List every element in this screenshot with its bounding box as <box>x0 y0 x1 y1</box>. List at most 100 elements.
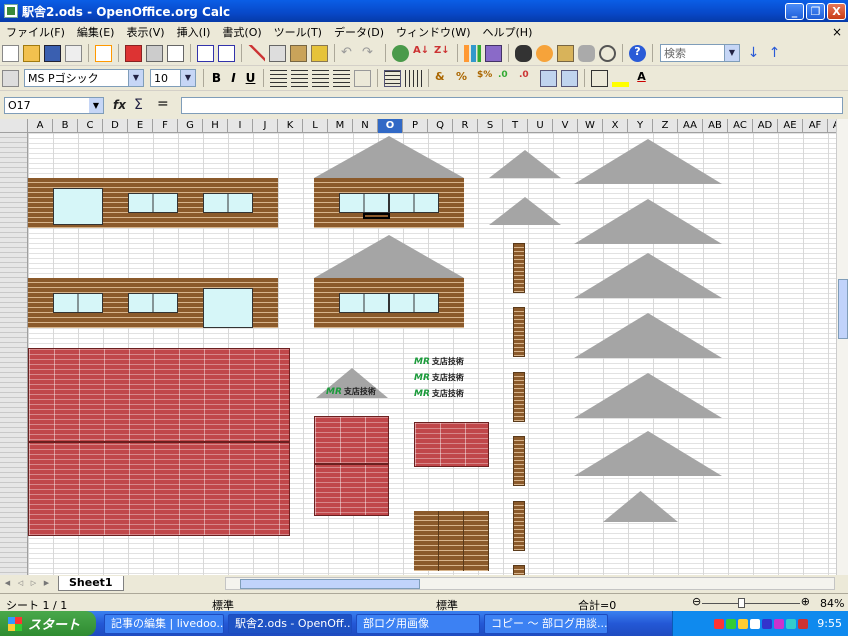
font-color-icon[interactable]: A <box>633 70 650 87</box>
data-sources-icon[interactable] <box>578 44 595 62</box>
column-header[interactable]: I <box>228 119 253 133</box>
formula-input[interactable] <box>181 97 843 114</box>
column-header[interactable]: L <box>303 119 328 133</box>
gable-roof[interactable] <box>314 136 464 178</box>
tray-icon[interactable] <box>726 618 737 629</box>
menu-data[interactable]: データ(D) <box>328 24 390 40</box>
wooden-post[interactable] <box>513 565 525 575</box>
column-header[interactable]: AC <box>728 119 753 133</box>
print-icon[interactable] <box>146 44 163 62</box>
name-box-dropdown-icon[interactable]: ▼ <box>89 98 103 113</box>
menu-format[interactable]: 書式(O) <box>216 24 267 40</box>
spellcheck-icon[interactable] <box>197 44 214 62</box>
tray-icon[interactable] <box>786 618 797 629</box>
add-decimal-icon[interactable]: .0 <box>498 70 515 87</box>
tray-icon[interactable] <box>762 618 773 629</box>
search-input[interactable]: 検索 ▼ <box>660 44 740 62</box>
italic-button[interactable]: I <box>225 71 242 85</box>
column-header[interactable]: C <box>78 119 103 133</box>
spreadsheet-grid[interactable]: ABCDEFGHIJKLMNOPQRSTUVWXYZAAABACADAEAFAG… <box>0 119 836 575</box>
vertical-text-icon[interactable] <box>405 69 422 87</box>
wooden-post[interactable] <box>513 372 525 422</box>
format-paintbrush-icon[interactable] <box>311 44 328 62</box>
roof-tile-panel[interactable] <box>414 422 489 467</box>
print-preview-icon[interactable] <box>167 44 184 62</box>
building-window[interactable] <box>339 193 389 213</box>
decrease-indent-icon[interactable] <box>540 69 557 87</box>
tray-icon[interactable] <box>798 618 809 629</box>
redo-icon[interactable]: ↷ <box>362 45 379 62</box>
undo-icon[interactable]: ↶ <box>341 45 358 62</box>
column-header[interactable]: Q <box>428 119 453 133</box>
task-folder-copy[interactable]: コピー ～ 部ログ用談... <box>484 613 608 634</box>
column-header[interactable]: E <box>128 119 153 133</box>
align-left-icon[interactable] <box>270 69 287 87</box>
task-calc[interactable]: 駅舎2.ods - OpenOff... <box>228 613 352 634</box>
wooden-post[interactable] <box>513 501 525 551</box>
align-center-icon[interactable] <box>291 69 308 87</box>
column-header[interactable]: AG <box>828 119 836 133</box>
start-button[interactable]: スタート <box>0 611 96 636</box>
large-roof[interactable] <box>574 313 722 358</box>
last-sheet-icon[interactable]: ▶ <box>41 578 52 589</box>
wooden-post[interactable] <box>513 436 525 486</box>
underline-button[interactable]: U <box>242 71 259 85</box>
menu-help[interactable]: ヘルプ(H) <box>477 24 539 40</box>
align-right-icon[interactable] <box>312 69 329 87</box>
find-previous-icon[interactable]: ↑ <box>766 45 783 62</box>
tray-icon[interactable] <box>750 618 761 629</box>
text-direction-icon[interactable] <box>384 69 401 87</box>
column-header[interactable]: A <box>28 119 53 133</box>
large-roof[interactable] <box>574 373 722 418</box>
hyperlink-icon[interactable] <box>392 44 409 62</box>
column-header[interactable]: R <box>453 119 478 133</box>
gallery-icon[interactable] <box>557 44 574 62</box>
column-header[interactable]: AB <box>703 119 728 133</box>
task-folder[interactable]: 部ログ用画像 <box>356 613 480 634</box>
column-header[interactable]: Y <box>628 119 653 133</box>
menu-window[interactable]: ウィンドウ(W) <box>390 24 476 40</box>
menu-file[interactable]: ファイル(F) <box>0 24 71 40</box>
building-window[interactable] <box>389 293 439 313</box>
justify-icon[interactable] <box>333 69 350 87</box>
currency-format-icon[interactable]: & <box>435 70 452 87</box>
column-header[interactable]: T <box>503 119 528 133</box>
sort-descending-icon[interactable]: Z↓ <box>434 45 451 62</box>
navigator-icon[interactable] <box>536 44 553 62</box>
large-roof[interactable] <box>574 139 722 184</box>
tray-icon[interactable] <box>714 618 725 629</box>
copy-icon[interactable] <box>269 44 286 62</box>
bold-button[interactable]: B <box>208 71 225 85</box>
percent-format-icon[interactable]: % <box>456 70 473 87</box>
cell-area[interactable]: MR 支店技術 MR 支店技術 MR 支店技術 MR 支店技術 <box>28 133 836 575</box>
font-name-dropdown-icon[interactable]: ▼ <box>128 70 143 86</box>
standard-format-icon[interactable]: $% <box>477 70 494 87</box>
select-all-corner[interactable] <box>0 119 28 133</box>
zoom-knob[interactable] <box>738 598 745 608</box>
help-icon[interactable]: ? <box>629 44 646 62</box>
column-header[interactable]: W <box>578 119 603 133</box>
font-name-select[interactable]: MS Pゴシック ▼ <box>24 69 144 87</box>
function-wizard-icon[interactable]: fx <box>113 98 126 112</box>
find-next-icon[interactable]: ↓ <box>745 45 762 62</box>
small-roof[interactable] <box>603 491 678 522</box>
draw-functions-icon[interactable] <box>485 44 502 62</box>
column-header[interactable]: F <box>153 119 178 133</box>
zoom-in-icon[interactable]: ⊕ <box>801 595 810 608</box>
horizontal-scrollbar[interactable] <box>225 577 835 590</box>
small-roof[interactable] <box>489 197 561 225</box>
large-roof[interactable] <box>574 253 722 298</box>
column-header[interactable]: K <box>278 119 303 133</box>
column-header[interactable]: D <box>103 119 128 133</box>
menu-edit[interactable]: 編集(E) <box>71 24 121 40</box>
tray-icon[interactable] <box>774 618 785 629</box>
new-document-icon[interactable] <box>2 44 19 62</box>
close-button[interactable]: X <box>827 2 846 20</box>
column-header[interactable]: AD <box>753 119 778 133</box>
merge-cells-icon[interactable] <box>354 69 371 87</box>
save-icon[interactable] <box>44 44 61 62</box>
first-sheet-icon[interactable]: ◀ <box>2 578 13 589</box>
row-header[interactable] <box>0 568 27 573</box>
menu-tools[interactable]: ツール(T) <box>268 24 328 40</box>
sort-ascending-icon[interactable]: A↓ <box>413 45 430 62</box>
